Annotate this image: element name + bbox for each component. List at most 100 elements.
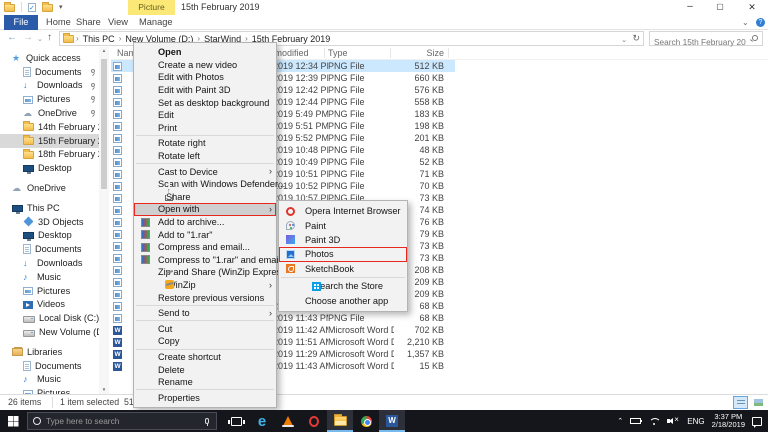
sidebar-item-videos[interactable]: Videos [0, 298, 99, 312]
column-separator[interactable] [324, 48, 325, 58]
sidebar-item-local-disk-c[interactable]: Local Disk (C:) [0, 311, 99, 325]
breadcrumb-this-pc[interactable]: This PC [81, 34, 117, 44]
open-with-item-sketchbook[interactable]: SketchBook [279, 262, 407, 276]
wifi-icon[interactable] [648, 417, 660, 425]
action-center-icon[interactable] [752, 417, 762, 426]
tab-share[interactable]: Share [76, 15, 101, 30]
context-menu-item-add-to-1-rar[interactable]: Add to "1.rar" [134, 228, 276, 241]
taskbar-app-taskview[interactable] [223, 410, 249, 432]
back-icon[interactable] [7, 32, 17, 43]
volume-muted-icon[interactable] [667, 416, 680, 426]
battery-icon[interactable] [630, 418, 641, 424]
sidebar-item-this-pc[interactable]: This PC [0, 201, 99, 215]
sidebar-item-documents[interactable]: Documents [0, 65, 99, 79]
context-menu-item-cast-to-device[interactable]: Cast to Device [134, 165, 276, 178]
sidebar-item-documents[interactable]: Documents [0, 242, 99, 256]
taskbar-app-chrome[interactable] [353, 410, 379, 432]
taskbar-search-box[interactable] [27, 412, 217, 430]
qat-new-folder-icon[interactable] [42, 4, 53, 12]
context-menu-item-send-to[interactable]: Send to [134, 307, 276, 320]
recent-locations-chevron-icon[interactable] [37, 35, 43, 43]
open-with-item-photos[interactable]: Photos [279, 247, 407, 261]
taskbar-app-edge[interactable] [249, 410, 275, 432]
sidebar-scrollbar[interactable] [99, 47, 109, 394]
context-menu-item-compress-and-email[interactable]: Compress and email... [134, 241, 276, 254]
details-view-button[interactable] [733, 396, 748, 409]
open-with-item-choose-another-app[interactable]: Choose another app [279, 293, 407, 307]
picture-tools-contextual-tab[interactable]: Picture Tools [128, 0, 175, 15]
taskbar-app-word[interactable] [379, 410, 405, 432]
column-header-size[interactable]: Size [394, 48, 444, 58]
context-menu-item-rotate-right[interactable]: Rotate right [134, 137, 276, 150]
scroll-down-icon[interactable] [99, 387, 109, 393]
sidebar-item-pictures[interactable]: Pictures [0, 386, 99, 394]
refresh-icon[interactable] [632, 33, 640, 44]
close-button[interactable] [736, 0, 768, 15]
context-menu-item-create-shortcut[interactable]: Create shortcut [134, 351, 276, 364]
context-menu-item-cut[interactable]: Cut [134, 322, 276, 335]
sidebar-item-14th-february-2019[interactable]: 14th February 2019 [0, 120, 99, 134]
context-menu-item-compress-to-1-rar-and-email[interactable]: Compress to "1.rar" and email [134, 254, 276, 267]
search-icon[interactable] [752, 35, 758, 41]
sidebar-item-documents[interactable]: Documents [0, 359, 99, 373]
context-menu-item-edit-with-photos[interactable]: Edit with Photos [134, 71, 276, 84]
column-header-type[interactable]: Type [328, 48, 348, 58]
clock[interactable]: 3:37 PM 2/18/2019 [712, 413, 745, 430]
open-with-item-paint[interactable]: Paint [279, 218, 407, 232]
address-dropdown-chevron-icon[interactable] [621, 36, 627, 44]
context-menu-item-share[interactable]: Share [134, 191, 276, 204]
up-icon[interactable] [47, 32, 52, 43]
context-menu-item-set-as-desktop-background[interactable]: Set as desktop background [134, 96, 276, 109]
taskbar-app-opera[interactable] [301, 410, 327, 432]
context-menu-item-edit-with-paint-3d[interactable]: Edit with Paint 3D [134, 84, 276, 97]
microphone-icon[interactable] [205, 418, 209, 424]
sidebar-item-new-volume-d[interactable]: New Volume (D:) [0, 325, 99, 339]
context-menu-item-open-with[interactable]: Open with [134, 203, 276, 216]
scroll-up-icon[interactable] [99, 48, 109, 54]
sidebar-item-music[interactable]: Music [0, 373, 99, 387]
sidebar-item-libraries[interactable]: Libraries [0, 345, 99, 359]
context-menu-item-properties[interactable]: Properties [134, 391, 276, 404]
sidebar-item-music[interactable]: Music [0, 270, 99, 284]
tab-view[interactable]: View [108, 15, 128, 30]
context-menu-item-create-a-new-video[interactable]: Create a new video [134, 59, 276, 72]
taskbar-app-vlc[interactable] [275, 410, 301, 432]
tab-file[interactable]: File [4, 15, 38, 30]
thumbnails-view-button[interactable] [751, 396, 766, 409]
context-menu-item-open[interactable]: Open [134, 46, 276, 59]
context-menu-item-copy[interactable]: Copy [134, 335, 276, 348]
scrollbar-thumb[interactable] [101, 59, 107, 189]
expand-ribbon-chevron-icon[interactable] [742, 18, 749, 27]
sidebar-item-pictures[interactable]: Pictures [0, 92, 99, 106]
context-menu-item-add-to-archive[interactable]: Add to archive... [134, 216, 276, 229]
sidebar-item-downloads[interactable]: Downloads [0, 79, 99, 93]
taskbar-app-explorer[interactable] [327, 410, 353, 432]
open-with-item-search-the-store[interactable]: Search the Store [279, 279, 407, 293]
show-hidden-icons-chevron-icon[interactable] [617, 417, 623, 425]
context-menu-item-edit[interactable]: Edit [134, 109, 276, 122]
open-with-item-opera-internet-browser[interactable]: Opera Internet Browser [279, 204, 407, 218]
context-menu-item-rotate-left[interactable]: Rotate left [134, 150, 276, 163]
forward-icon[interactable] [23, 32, 33, 43]
qat-customize-chevron-icon[interactable] [59, 3, 63, 11]
start-button[interactable] [0, 410, 26, 432]
sidebar-item-3d-objects[interactable]: 3D Objects [0, 215, 99, 229]
language-indicator[interactable]: ENG [687, 417, 704, 426]
taskbar-search-input[interactable] [46, 416, 200, 426]
sidebar-item-18th-february-2019[interactable]: 18th February 2019 [0, 148, 99, 162]
column-separator[interactable] [448, 48, 449, 58]
context-menu-item-winzip[interactable]: WinZip [134, 279, 276, 292]
maximize-button[interactable] [706, 0, 734, 15]
context-menu-item-print[interactable]: Print [134, 122, 276, 135]
sidebar-item-pictures[interactable]: Pictures [0, 284, 99, 298]
tab-manage[interactable]: Manage [139, 15, 173, 30]
sidebar-item-15th-february-2019[interactable]: 15th February 2019 [0, 134, 99, 148]
context-menu-item-restore-previous-versions[interactable]: Restore previous versions [134, 291, 276, 304]
column-separator[interactable] [390, 48, 391, 58]
sidebar-item-quick-access[interactable]: Quick access [0, 51, 99, 65]
sidebar-item-onedrive[interactable]: OneDrive [0, 106, 99, 120]
open-with-item-paint-3d[interactable]: Paint 3D [279, 233, 407, 247]
context-menu-item-scan-with-windows-defender[interactable]: Scan with Windows Defender... [134, 178, 276, 191]
help-icon[interactable] [756, 18, 765, 27]
tab-home[interactable]: Home [46, 15, 71, 30]
